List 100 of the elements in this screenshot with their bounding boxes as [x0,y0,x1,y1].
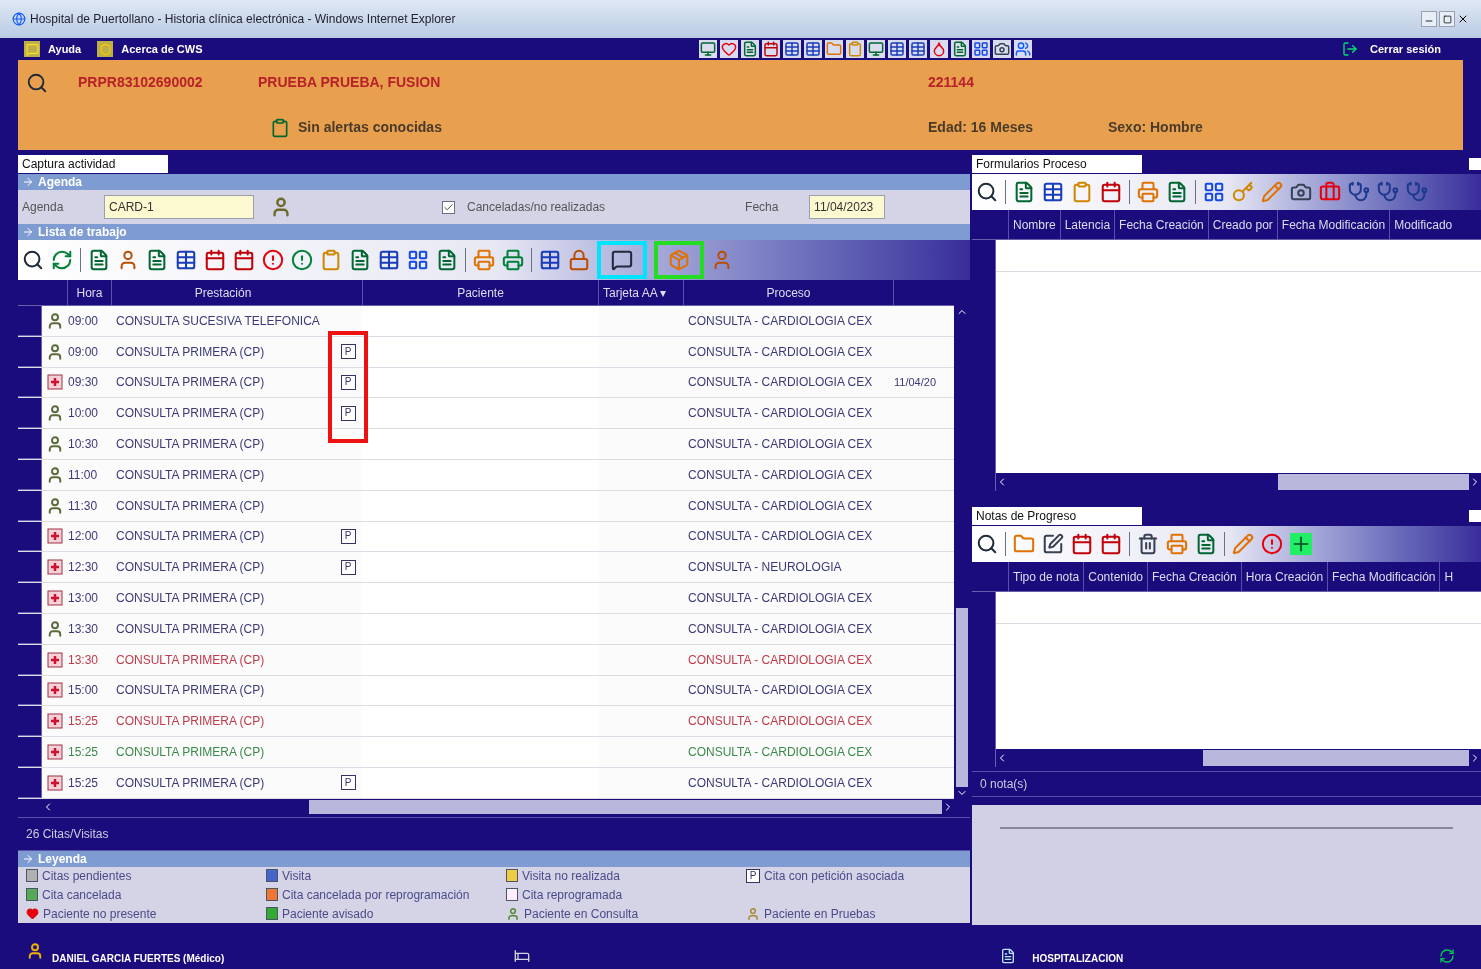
row-header[interactable] [18,767,42,798]
row-header[interactable] [18,706,42,737]
camera-icon[interactable] [993,41,1010,57]
panel-tab[interactable]: Formularios Proceso [972,154,1142,173]
column-header[interactable]: H [1439,562,1458,591]
table-row[interactable]: 13:30 CONSULTA PRIMERA (CP) CONSULTA - CARDIOLOGIA CEX [18,644,954,676]
date-field[interactable]: 11/04/2023 [809,195,886,219]
column-header[interactable]: Fecha Modificación [1276,210,1390,239]
panel-tab[interactable]: Notas de Progreso [972,506,1142,525]
person-icon[interactable] [270,196,292,218]
column-header[interactable]: Fecha Creación [1147,562,1241,591]
table-row[interactable]: 15:25 CONSULTA PRIMERA (CP) CONSULTA - CARDIOLOGIA CEX [18,706,954,738]
document-icon[interactable] [951,41,968,57]
plus-icon[interactable] [1290,533,1312,555]
table-icon[interactable] [909,41,926,57]
alert-icon[interactable] [262,249,284,271]
panel-checkbox[interactable] [1469,157,1481,170]
column-header[interactable]: Modificado [1389,210,1457,239]
stethoscope-icon[interactable] [1377,181,1399,203]
table-row[interactable]: 09:30 CONSULTA PRIMERA (CP) P CONSULTA - CARDIOLOGIA CEX 11/04/20 [18,367,954,399]
pencil-icon[interactable] [1232,533,1254,555]
table-row[interactable]: 15:25 CONSULTA PRIMERA (CP) CONSULTA - CARDIOLOGIA CEX [18,737,954,768]
panel-tab[interactable]: Captura actividad [18,154,168,173]
users-icon[interactable] [1014,41,1031,57]
column-header[interactable]: Latencia [1059,210,1115,239]
column-header[interactable]: Proceso [684,280,894,305]
table-icon[interactable] [1042,181,1064,203]
printer-icon[interactable] [1137,181,1159,203]
menu-item[interactable]: Acerca de CWS [97,40,203,58]
table-icon[interactable] [539,249,561,271]
row-header[interactable] [18,644,42,675]
table-row[interactable]: 11:30 CONSULTA PRIMERA (CP) CONSULTA - CARDIOLOGIA CEX [18,490,954,522]
trash-icon[interactable] [1137,533,1159,555]
table-row[interactable]: 10:30 CONSULTA PRIMERA (CP) CONSULTA - CARDIOLOGIA CEX [18,429,954,460]
column-header[interactable]: Paciente [362,280,599,305]
calendar-icon[interactable] [1100,533,1122,555]
row-header[interactable] [18,675,42,706]
search-icon[interactable] [976,533,998,555]
logout-button[interactable]: Cerrar sesión [1342,40,1441,58]
table-row[interactable]: 12:00 CONSULTA PRIMERA (CP) P CONSULTA - CARDIOLOGIA CEX [18,521,954,553]
table-icon[interactable] [888,41,905,57]
monitor-icon[interactable] [867,41,884,57]
search-icon[interactable] [976,181,998,203]
grid-icon[interactable] [407,249,429,271]
document-icon[interactable] [741,41,758,57]
column-header[interactable]: Contenido [1083,562,1147,591]
row-header[interactable] [18,336,42,367]
column-header[interactable]: Fecha Creación [1114,210,1208,239]
table-row[interactable]: 10:00 CONSULTA PRIMERA (CP) P CONSULTA - CARDIOLOGIA CEX [18,398,954,430]
column-header[interactable]: Hora [68,280,112,305]
row-header[interactable] [18,367,42,398]
row-header[interactable] [18,490,42,521]
calendar-icon[interactable] [762,41,779,57]
table-icon[interactable] [175,249,197,271]
monitor-icon[interactable] [699,41,716,57]
grid-icon[interactable] [972,41,989,57]
row-header[interactable] [18,613,42,644]
calendar-icon[interactable] [1071,533,1093,555]
column-header[interactable]: Prestación [112,280,334,305]
column-header[interactable]: Creado por [1207,210,1277,239]
table-row[interactable]: 09:00 CONSULTA PRIMERA (CP) P CONSULTA - CARDIOLOGIA CEX [18,336,954,368]
alert-icon[interactable] [291,249,313,271]
row-header[interactable] [18,552,42,583]
clipboard-icon[interactable] [1071,181,1093,203]
minimize-button[interactable] [1421,11,1437,27]
table-row[interactable]: 15:25 CONSULTA PRIMERA (CP) P CONSULTA - CARDIOLOGIA CEX [18,767,954,799]
stethoscope-icon[interactable] [1348,181,1370,203]
column-header[interactable]: Fecha Modificación [1327,562,1440,591]
calendar-icon[interactable] [1100,181,1122,203]
document-icon[interactable] [1195,533,1217,555]
printer-icon[interactable] [502,249,524,271]
table-row[interactable]: 13:00 CONSULTA PRIMERA (CP) CONSULTA - CARDIOLOGIA CEX [18,583,954,614]
document-icon[interactable] [146,249,168,271]
document-icon[interactable] [1166,181,1188,203]
clipboard-icon[interactable] [320,249,342,271]
document-icon[interactable] [436,249,458,271]
table-icon[interactable] [378,249,400,271]
menu-item[interactable]: Ayuda [24,40,82,58]
clipboard-icon[interactable] [846,41,863,57]
column-header[interactable]: Tarjeta AA ▾ [599,280,684,305]
printer-icon[interactable] [473,249,495,271]
search-icon[interactable] [22,249,44,271]
row-header[interactable] [18,398,42,429]
column-header[interactable]: Hora Creación [1240,562,1328,591]
lock-icon[interactable] [568,249,590,271]
table-row[interactable]: 11:00 CONSULTA PRIMERA (CP) CONSULTA - CARDIOLOGIA CEX [18,460,954,491]
row-header[interactable] [18,521,42,552]
calendar-icon[interactable] [204,249,226,271]
column-header[interactable]: Nombre [1008,210,1060,239]
table-row[interactable]: 09:00 CONSULTA SUCESIVA TELEFONICA CONSULTA - CARDIOLOGIA CEX [18,306,954,337]
table-row[interactable]: 13:30 CONSULTA PRIMERA (CP) CONSULTA - CARDIOLOGIA CEX [18,613,954,645]
folder-icon[interactable] [1013,533,1035,555]
printer-icon[interactable] [1166,533,1188,555]
panel-checkbox[interactable] [1469,509,1481,522]
edit-icon[interactable] [1042,533,1064,555]
camera-icon[interactable] [1290,181,1312,203]
document-icon[interactable] [349,249,371,271]
heart-icon[interactable] [720,41,737,57]
alert-icon[interactable] [1261,533,1283,555]
refresh-icon[interactable] [1439,948,1455,964]
